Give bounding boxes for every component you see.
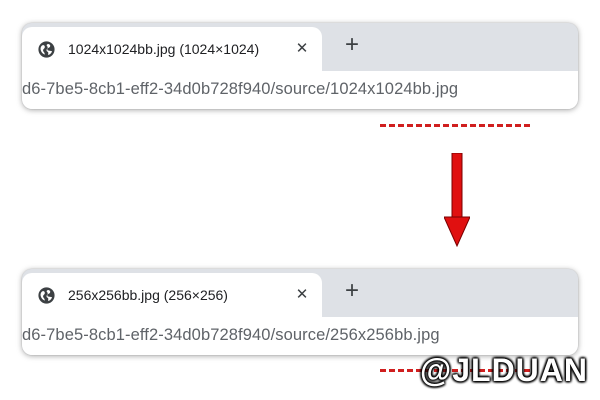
- address-bar[interactable]: d6-7be5-8cb1-eff2-34d0b728f940/source/25…: [22, 317, 578, 355]
- globe-icon: [38, 41, 55, 58]
- tab-strip: 256x256bb.jpg (256×256) ✕ +: [22, 269, 578, 317]
- browser-window-top: 1024x1024bb.jpg (1024×1024) ✕ + d6-7be5-…: [22, 23, 578, 109]
- arrow-down-icon: [444, 153, 470, 247]
- tab-strip: 1024x1024bb.jpg (1024×1024) ✕ +: [22, 23, 578, 71]
- active-tab[interactable]: 256x256bb.jpg (256×256) ✕: [22, 273, 322, 317]
- tab-title: 256x256bb.jpg (256×256): [68, 287, 228, 303]
- plus-icon[interactable]: +: [340, 279, 364, 303]
- browser-window-bottom: 256x256bb.jpg (256×256) ✕ + d6-7be5-8cb1…: [22, 269, 578, 355]
- dashed-underline-top: [380, 124, 530, 127]
- address-bar[interactable]: d6-7be5-8cb1-eff2-34d0b728f940/source/10…: [22, 71, 578, 109]
- close-icon[interactable]: ✕: [293, 40, 311, 58]
- globe-icon: [38, 287, 55, 304]
- url-text: d6-7be5-8cb1-eff2-34d0b728f940/source/25…: [22, 326, 440, 344]
- close-icon[interactable]: ✕: [293, 286, 311, 304]
- url-text: d6-7be5-8cb1-eff2-34d0b728f940/source/10…: [22, 80, 459, 98]
- active-tab[interactable]: 1024x1024bb.jpg (1024×1024) ✕: [22, 27, 322, 71]
- tab-title: 1024x1024bb.jpg (1024×1024): [68, 41, 260, 57]
- watermark: @JLDUAN: [420, 352, 588, 388]
- plus-icon[interactable]: +: [340, 33, 364, 57]
